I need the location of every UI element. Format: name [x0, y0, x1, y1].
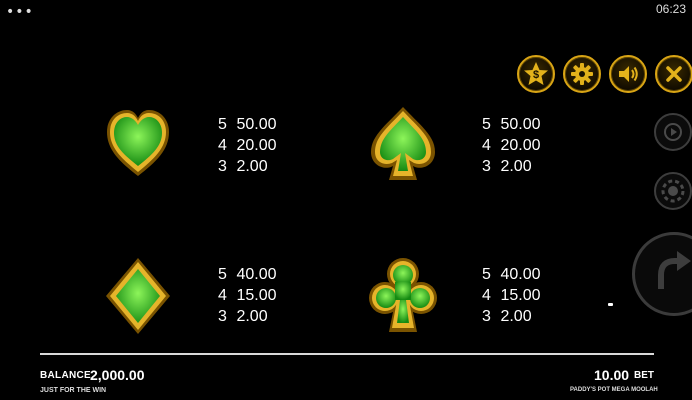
pay-row: 5 50.00	[218, 116, 277, 133]
diamond-symbol-icon	[104, 256, 172, 334]
heart-paytable: 5 50.00 4 20.00 3 2.00	[218, 114, 277, 177]
bet-value[interactable]: 10.00	[594, 367, 629, 383]
close-icon	[666, 66, 682, 82]
footer-divider	[40, 353, 654, 355]
speaker-icon	[619, 66, 638, 82]
chip-icon	[661, 179, 685, 203]
balance-value: 2,000.00	[90, 367, 145, 383]
diamond-paytable: 5 40.00 4 15.00 3 2.00	[218, 264, 277, 327]
pay-row: 4 15.00	[218, 287, 277, 304]
club-symbol-icon	[369, 256, 437, 332]
indicator-dot	[608, 303, 613, 306]
pay-row: 5 40.00	[482, 266, 541, 283]
gear-icon	[571, 63, 593, 85]
pay-row: 3 2.00	[218, 158, 268, 175]
clock: 06:23	[655, 2, 686, 16]
bet-label: BET	[634, 370, 654, 381]
autoplay-icon	[664, 123, 682, 141]
spade-paytable: 5 50.00 4 20.00 3 2.00	[482, 114, 541, 177]
menu-dots-icon[interactable]: •••	[6, 4, 34, 20]
pay-row: 5 50.00	[482, 116, 541, 133]
spade-symbol-icon	[369, 104, 437, 180]
balance-label: BALANCE	[40, 370, 91, 381]
game-name: PADDY'S POT MEGA MOOLAH	[570, 387, 658, 393]
tagline: JUST FOR THE WIN	[40, 387, 107, 394]
pay-row: 3 2.00	[482, 308, 532, 325]
spin-arrow-icon	[658, 251, 691, 289]
pay-row: 3 2.00	[482, 158, 532, 175]
favorite-button[interactable]: $	[517, 55, 555, 93]
svg-text:$: $	[533, 69, 539, 81]
pay-row: 4 15.00	[482, 287, 541, 304]
autoplay-button[interactable]	[654, 113, 692, 151]
close-button[interactable]	[655, 55, 692, 93]
pay-row: 4 20.00	[218, 137, 277, 154]
bet-chip-button[interactable]	[654, 172, 692, 210]
sound-button[interactable]	[609, 55, 647, 93]
pay-row: 3 2.00	[218, 308, 268, 325]
heart-symbol-icon	[104, 106, 172, 182]
spin-button[interactable]	[632, 232, 692, 316]
star-icon: $	[524, 62, 548, 85]
pay-row: 5 40.00	[218, 266, 277, 283]
pay-row: 4 20.00	[482, 137, 541, 154]
settings-button[interactable]	[563, 55, 601, 93]
club-paytable: 5 40.00 4 15.00 3 2.00	[482, 264, 541, 327]
